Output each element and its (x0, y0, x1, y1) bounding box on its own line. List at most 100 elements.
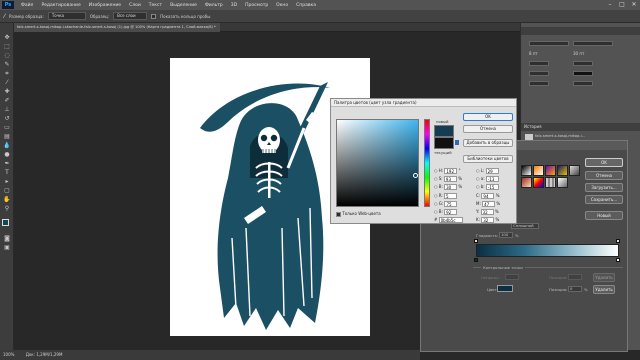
pen-tool-icon[interactable]: ✒ (3, 160, 11, 167)
blue-input[interactable] (444, 209, 458, 215)
picker-cancel-button[interactable]: Отмена (463, 125, 513, 133)
maximize-icon[interactable]: □ (616, 0, 628, 10)
gradient-save-button[interactable]: Сохранить... (585, 195, 623, 204)
yellow-input[interactable] (480, 209, 494, 215)
tracking-value[interactable]: 30 пт (573, 51, 584, 56)
kerning-field[interactable] (529, 61, 549, 66)
healing-tool-icon[interactable]: ✚ (3, 88, 11, 95)
marquee-tool-icon[interactable]: ⬚ (3, 43, 11, 50)
green-input[interactable] (444, 201, 458, 207)
gradient-ok-button[interactable]: OK (585, 158, 623, 167)
hue-slider[interactable] (424, 119, 430, 207)
leading-field[interactable] (573, 61, 593, 66)
lab-a-input[interactable] (485, 176, 499, 182)
menu-image[interactable]: Изображение (85, 3, 125, 8)
quick-mask-icon[interactable]: ◙ (3, 235, 11, 242)
web-only-checkbox[interactable] (336, 211, 341, 217)
text-color-swatch[interactable] (573, 71, 593, 76)
history-tab[interactable]: История (524, 124, 542, 129)
gradient-load-button[interactable]: Загрузить... (585, 183, 623, 192)
path-select-tool-icon[interactable]: ▸ (3, 178, 11, 185)
hex-input[interactable] (438, 217, 463, 223)
preset-gradient[interactable] (569, 165, 580, 176)
menu-file[interactable]: Файл (17, 3, 37, 8)
preset-gradient[interactable] (533, 177, 544, 188)
hue-input[interactable] (444, 168, 458, 174)
preset-gradient[interactable] (521, 165, 532, 176)
magenta-input[interactable] (482, 201, 496, 207)
font-family-select[interactable] (529, 41, 569, 46)
history-item-label[interactable]: falx-smert-s-kosoj-mikop-i... (535, 134, 585, 138)
stamp-tool-icon[interactable]: ⊥ (3, 106, 11, 113)
gradient-tool-icon[interactable]: ▤ (3, 133, 11, 140)
foreground-color-swatch[interactable] (2, 219, 9, 226)
color-cursor-icon[interactable] (413, 173, 418, 178)
menu-window[interactable]: Окно (272, 3, 292, 8)
font-size-value[interactable]: 8 пт (529, 51, 538, 56)
picker-ok-button[interactable]: OK (463, 113, 513, 121)
menu-layers[interactable]: Слои (125, 3, 145, 8)
gradient-cancel-button[interactable]: Отмена (585, 171, 623, 180)
red-input[interactable] (444, 193, 458, 199)
shape-tool-icon[interactable]: ▢ (3, 187, 11, 194)
saturation-brightness-field[interactable] (336, 119, 419, 207)
sample-size-select[interactable]: Точка (47, 12, 86, 20)
gradient-new-button[interactable]: Новый (585, 211, 623, 220)
vertical-scale-field[interactable] (529, 71, 549, 76)
zoom-tool-icon[interactable]: ⚲ (3, 205, 11, 212)
lab-b-input[interactable] (485, 184, 499, 190)
brush-tool-icon[interactable]: ✐ (3, 97, 11, 104)
minimize-icon[interactable]: – (604, 0, 616, 10)
opacity-stop-left[interactable] (474, 239, 478, 243)
lab-l-input[interactable] (485, 168, 499, 174)
hand-tool-icon[interactable]: ✋ (3, 196, 11, 203)
preset-gradient[interactable] (521, 177, 532, 188)
menu-select[interactable]: Выделение (166, 3, 201, 8)
history-brush-icon[interactable]: ↺ (3, 115, 11, 122)
show-ring-checkbox[interactable] (151, 13, 157, 19)
preset-gradient[interactable] (545, 177, 556, 188)
menu-type[interactable]: Текст (145, 3, 166, 8)
zoom-level[interactable]: 100% (3, 352, 14, 357)
quick-select-tool-icon[interactable]: ✎ (3, 61, 11, 68)
menu-filter[interactable]: Фильтр (201, 3, 227, 8)
current-color-swatch[interactable] (434, 137, 454, 149)
brightness-input[interactable] (444, 184, 458, 190)
type-tool-icon[interactable]: T (3, 169, 11, 176)
preset-gradient[interactable] (557, 177, 568, 188)
saturation-input[interactable] (443, 176, 457, 182)
menu-edit[interactable]: Редактирование (37, 3, 84, 8)
screen-mode-icon[interactable]: ▣ (3, 244, 11, 251)
sample-select[interactable]: Все слои (113, 12, 148, 20)
smoothness-input[interactable]: 100 (499, 232, 513, 238)
document-tab[interactable]: falx-smert-s-kosoj-mikop-i-skachanie-fal… (14, 23, 220, 32)
baseline-shift-field[interactable] (529, 81, 549, 86)
horizontal-scale-field[interactable] (573, 81, 593, 86)
color-stop-end[interactable] (616, 258, 620, 262)
lasso-tool-icon[interactable]: ◌ (3, 52, 11, 59)
close-icon[interactable]: ✕ (628, 0, 640, 10)
color-stop-start[interactable] (474, 258, 478, 262)
color-libraries-button[interactable]: Библиотеки цветов (463, 155, 513, 163)
cube-icon[interactable] (455, 140, 459, 145)
dodge-tool-icon[interactable]: ● (3, 151, 11, 158)
black-input[interactable] (481, 217, 495, 223)
stop-color-swatch[interactable] (497, 285, 513, 292)
menu-view[interactable]: Просмотр (241, 3, 272, 8)
menu-help[interactable]: Справка (292, 3, 320, 8)
eyedropper-tool-icon[interactable]: ⁄ (4, 13, 5, 20)
add-to-swatches-button[interactable]: Добавить в образцы (463, 139, 513, 147)
eraser-tool-icon[interactable]: ▭ (3, 124, 11, 131)
crop-tool-icon[interactable]: ⌗ (3, 70, 11, 77)
cyan-input[interactable] (481, 193, 495, 199)
color-position-input[interactable]: 0 (568, 286, 582, 292)
font-style-select[interactable] (573, 41, 613, 46)
preset-gradient[interactable] (545, 165, 556, 176)
move-tool-icon[interactable]: ✥ (3, 34, 11, 41)
eyedropper-icon[interactable]: ⁄ (3, 79, 11, 86)
blur-tool-icon[interactable]: 💧 (3, 142, 11, 149)
menu-3d[interactable]: 3D (227, 3, 241, 8)
gradient-preview-bar[interactable] (476, 244, 619, 257)
preset-gradient[interactable] (533, 165, 544, 176)
color-delete-button[interactable]: Удалить (593, 285, 615, 294)
